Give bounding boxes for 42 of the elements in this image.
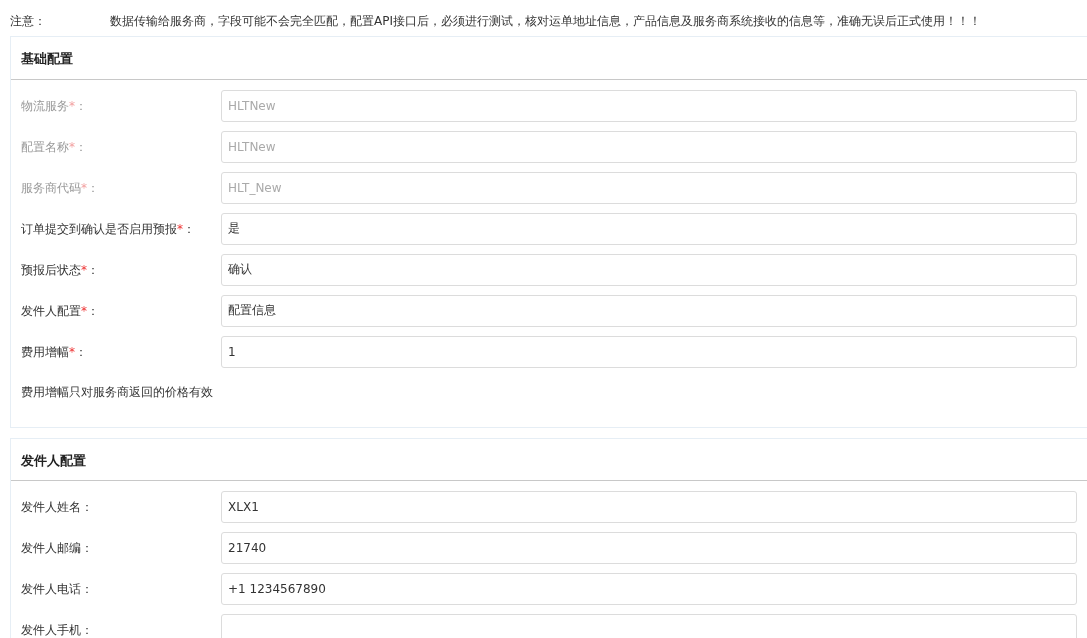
label-colon: ：: [81, 622, 93, 638]
required-mark: *: [81, 302, 87, 320]
field-label: 物流服务: [21, 97, 69, 115]
required-mark: *: [69, 343, 75, 361]
input-field[interactable]: XLX1: [221, 491, 1077, 523]
label-colon: ：: [81, 540, 93, 557]
label-colon: ：: [87, 179, 99, 197]
field-label: 配置名称: [21, 138, 69, 156]
input-field[interactable]: 配置信息: [221, 294, 1077, 327]
label-colon: ：: [81, 581, 93, 598]
field-label: 预报后状态: [21, 261, 81, 279]
label-colon: ：: [81, 499, 93, 516]
label-colon: ：: [87, 261, 99, 279]
required-mark: *: [177, 220, 183, 238]
input-field[interactable]: 确认: [221, 253, 1077, 286]
label-colon: ：: [75, 138, 87, 156]
notice-text: 数据传输给服务商，字段可能不会完全匹配，配置API接口后，必须进行测试，核对运单地址信息，产品信息及服务商系统接收的信息等，准确无误后正式使用！！！: [110, 13, 981, 30]
label-colon: ：: [75, 97, 87, 115]
required-mark: *: [81, 261, 87, 279]
required-mark: *: [69, 138, 75, 156]
section-title: 基础配置: [11, 37, 1087, 80]
section-title: 发件人配置: [11, 438, 1087, 481]
field-label: 发件人姓名: [21, 499, 81, 516]
required-mark: *: [69, 97, 75, 115]
input-field[interactable]: [221, 614, 1077, 638]
label-colon: ：: [75, 343, 87, 361]
field-label: 发件人邮编: [21, 540, 81, 557]
field-label: 发件人电话: [21, 581, 81, 598]
field-label: 发件人手机: [21, 622, 81, 638]
field-label: 费用增幅: [21, 343, 69, 361]
required-mark: *: [81, 179, 87, 197]
input-field[interactable]: 是: [221, 212, 1077, 245]
note-text: 费用增幅只对服务商返回的价格有效: [21, 383, 214, 401]
label-colon: ：: [183, 220, 195, 238]
input-field[interactable]: 1: [221, 335, 1077, 368]
input-field[interactable]: +1 1234567890: [221, 573, 1077, 605]
label-colon: ：: [87, 302, 99, 320]
notice-label: 注意：: [10, 13, 47, 30]
field-label: 发件人配置: [21, 302, 81, 320]
field-label: 订单提交到确认是否启用预报: [21, 220, 177, 238]
field-label: 服务商代码: [21, 179, 81, 197]
input-field[interactable]: 21740: [221, 532, 1077, 564]
